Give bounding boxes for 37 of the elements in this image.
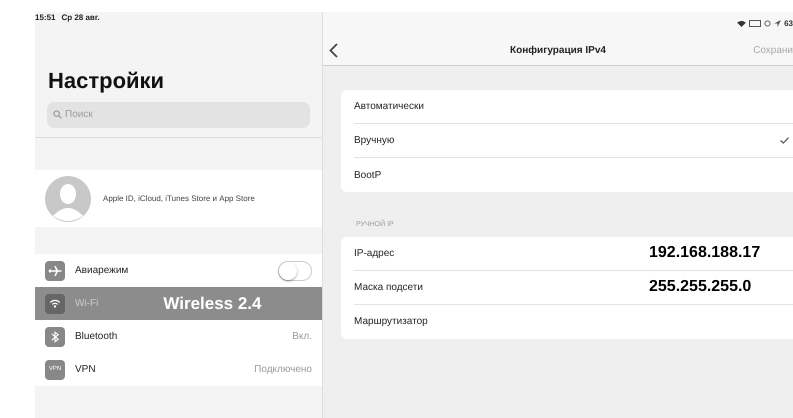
field-value[interactable]: 255.255.255.0	[649, 275, 789, 299]
field-label: Маршрутизатор	[354, 315, 428, 329]
search-field[interactable]: Поиск	[47, 102, 310, 128]
row-label: VPN	[75, 363, 96, 377]
option-row[interactable]: BootP	[354, 158, 793, 192]
field-label: IP-адрес	[354, 246, 394, 260]
toggle-switch[interactable]	[278, 260, 312, 280]
field-value[interactable]: 192.168.188.17	[649, 241, 789, 265]
option-label: Вручную	[354, 134, 394, 148]
option-row[interactable]: Автоматически	[354, 90, 793, 124]
settings-row[interactable]: Bluetooth Вкл.	[35, 320, 322, 353]
settings-row[interactable]: Авиарежим	[35, 254, 322, 287]
row-value: Wireless 2.4	[163, 292, 262, 315]
wifi-icon	[45, 294, 65, 314]
status-time: 15:51	[35, 13, 56, 22]
page-title: Настройки	[47, 67, 166, 95]
row-value: Вкл.	[292, 330, 312, 344]
row-label: Bluetooth	[75, 330, 118, 344]
nav-title: Конфигурация IPv4	[510, 44, 606, 56]
status-date: Ср 28 авг.	[61, 13, 100, 22]
lock-rotation-icon	[764, 20, 772, 27]
location-icon	[774, 20, 782, 27]
avatar-silhouette-icon	[45, 176, 91, 222]
option-label: BootP	[354, 168, 382, 182]
bluetooth-icon	[45, 326, 65, 346]
row-value: Подключено	[254, 363, 312, 377]
account-link[interactable]: Apple ID, iCloud, iTunes Store и App Store	[103, 192, 255, 204]
airplane-icon	[45, 260, 65, 280]
battery-percent: 63	[784, 18, 793, 30]
wifi-icon	[737, 20, 746, 27]
row-label: Авиарежим	[75, 264, 128, 278]
battery-icon	[749, 20, 762, 27]
back-chevron-icon	[329, 43, 338, 58]
row-label: Wi-Fi	[75, 297, 98, 311]
field-label: Маска подсети	[354, 280, 423, 294]
option-row[interactable]: Вручную	[354, 124, 793, 158]
option-label: Автоматически	[354, 100, 424, 114]
